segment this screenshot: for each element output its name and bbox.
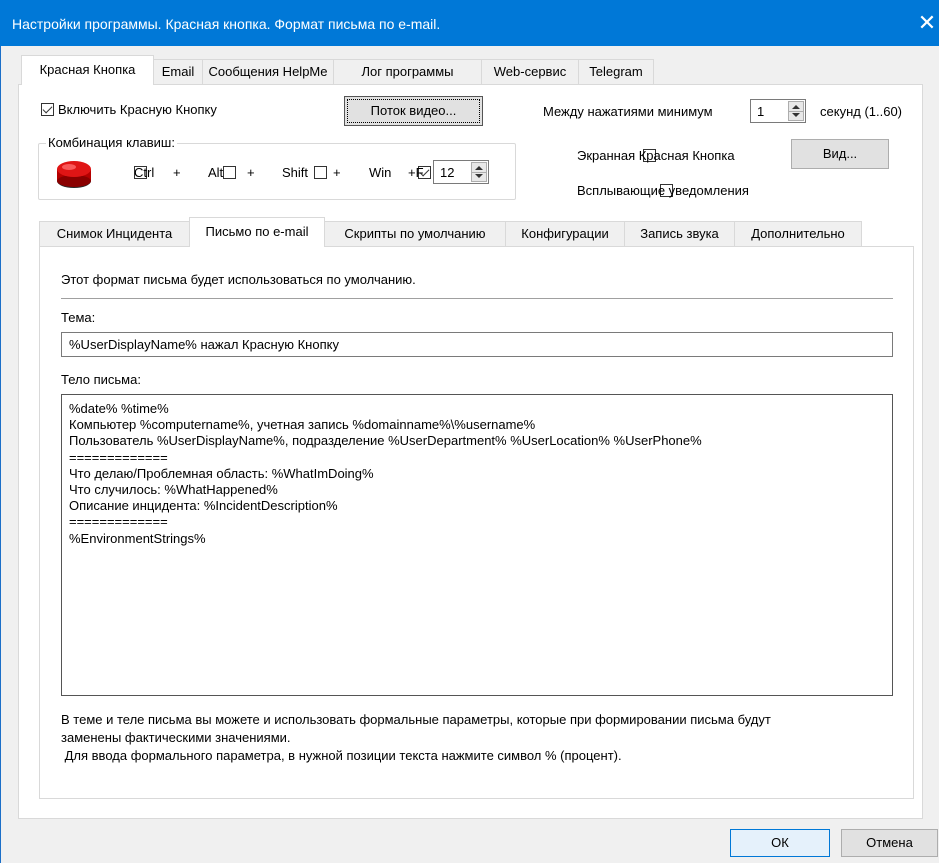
title-bar: Настройки программы. Красная кнопка. Фор… bbox=[0, 0, 939, 46]
hotkey-group-label: Комбинация клавиш: bbox=[46, 135, 177, 150]
tab-program-log[interactable]: Лог программы bbox=[333, 59, 482, 84]
window-frame bbox=[0, 46, 1, 863]
body-textarea[interactable]: %date% %time% Компьютер %computername%, … bbox=[61, 394, 893, 696]
close-icon[interactable]: ✕ bbox=[915, 10, 939, 38]
ctrl-label[interactable]: Ctrl bbox=[134, 165, 154, 180]
min-interval-value[interactable]: 1 bbox=[757, 104, 764, 119]
body-line[interactable]: ============= bbox=[69, 514, 892, 530]
min-interval-label: Между нажатиями минимум bbox=[543, 104, 713, 119]
hint-text-line2: заменены фактическими значениями. bbox=[61, 730, 291, 745]
view-button[interactable]: Вид... bbox=[791, 139, 889, 169]
hint-text-line1: В теме и теле письма вы можете и использ… bbox=[61, 712, 771, 727]
cancel-button[interactable]: Отмена bbox=[841, 829, 938, 857]
enable-red-button-checkbox[interactable] bbox=[41, 103, 54, 116]
tab-email-letter[interactable]: Письмо по e-mail bbox=[189, 217, 325, 247]
body-line[interactable]: Что случилось: %WhatHappened% bbox=[69, 482, 892, 498]
body-line[interactable]: Компьютер %computername%, учетная запись… bbox=[69, 417, 892, 433]
subject-value[interactable]: %UserDisplayName% нажал Красную Кнопку bbox=[69, 337, 339, 352]
alt-checkbox[interactable] bbox=[223, 166, 237, 179]
body-line[interactable]: %EnvironmentStrings% bbox=[69, 531, 892, 547]
tab-red-button[interactable]: Красная Кнопка bbox=[21, 55, 154, 85]
enable-red-button-label[interactable]: Включить Красную Кнопку bbox=[58, 102, 217, 117]
spinner-arrows-icon[interactable] bbox=[788, 101, 804, 121]
tab-telegram[interactable]: Telegram bbox=[578, 59, 654, 84]
tab-web-service[interactable]: Web-сервис bbox=[481, 59, 579, 84]
ok-button[interactable]: ОК bbox=[730, 829, 830, 857]
popup-notifications-label[interactable]: Всплывающие уведомления bbox=[577, 183, 749, 198]
win-label[interactable]: Win bbox=[369, 165, 391, 180]
window-title: Настройки программы. Красная кнопка. Фор… bbox=[12, 16, 441, 32]
tab-email[interactable]: Email bbox=[153, 59, 203, 84]
spinner-arrows-icon[interactable] bbox=[471, 162, 487, 182]
hint-text-line3: Для ввода формального параметра, в нужно… bbox=[61, 748, 622, 763]
tab-sound-recording[interactable]: Запись звука bbox=[624, 221, 735, 246]
tab-additional[interactable]: Дополнительно bbox=[734, 221, 862, 246]
subject-input[interactable]: %UserDisplayName% нажал Красную Кнопку bbox=[61, 332, 893, 357]
plus-sign: + bbox=[173, 165, 181, 180]
alt-label[interactable]: Alt bbox=[208, 165, 223, 180]
body-line[interactable]: %date% %time% bbox=[69, 401, 892, 417]
separator bbox=[61, 298, 893, 299]
shift-checkbox[interactable] bbox=[313, 166, 327, 179]
plus-f-label: +F bbox=[408, 165, 424, 180]
plus-sign: + bbox=[333, 165, 341, 180]
shift-label[interactable]: Shift bbox=[282, 165, 308, 180]
body-line[interactable]: Что делаю/Проблемная область: %WhatImDoi… bbox=[69, 466, 892, 482]
screen-red-button-label[interactable]: Экранная Красная Кнопка bbox=[577, 148, 735, 163]
red-button-icon bbox=[57, 161, 91, 188]
tab-helpme-messages[interactable]: Сообщения HelpMe bbox=[202, 59, 334, 84]
seconds-range-label: секунд (1..60) bbox=[820, 104, 903, 119]
default-format-note: Этот формат письма будет использоваться … bbox=[61, 272, 416, 287]
function-key-value[interactable]: 12 bbox=[440, 165, 454, 180]
body-line[interactable]: Пользователь %UserDisplayName%, подразде… bbox=[69, 433, 892, 449]
body-line[interactable]: ============= bbox=[69, 450, 892, 466]
body-label: Тело письма: bbox=[61, 372, 141, 387]
tab-incident-snapshot[interactable]: Снимок Инцидента bbox=[39, 221, 190, 246]
plus-sign: + bbox=[247, 165, 255, 180]
function-key-spinner[interactable]: 12 bbox=[433, 160, 489, 184]
video-stream-button[interactable]: Поток видео... bbox=[344, 96, 483, 126]
tab-default-scripts[interactable]: Скрипты по умолчанию bbox=[324, 221, 506, 246]
tab-configurations[interactable]: Конфигурации bbox=[505, 221, 625, 246]
min-interval-spinner[interactable]: 1 bbox=[750, 99, 806, 123]
body-line[interactable]: Описание инцидента: %IncidentDescription… bbox=[69, 498, 892, 514]
subject-label: Тема: bbox=[61, 310, 96, 325]
